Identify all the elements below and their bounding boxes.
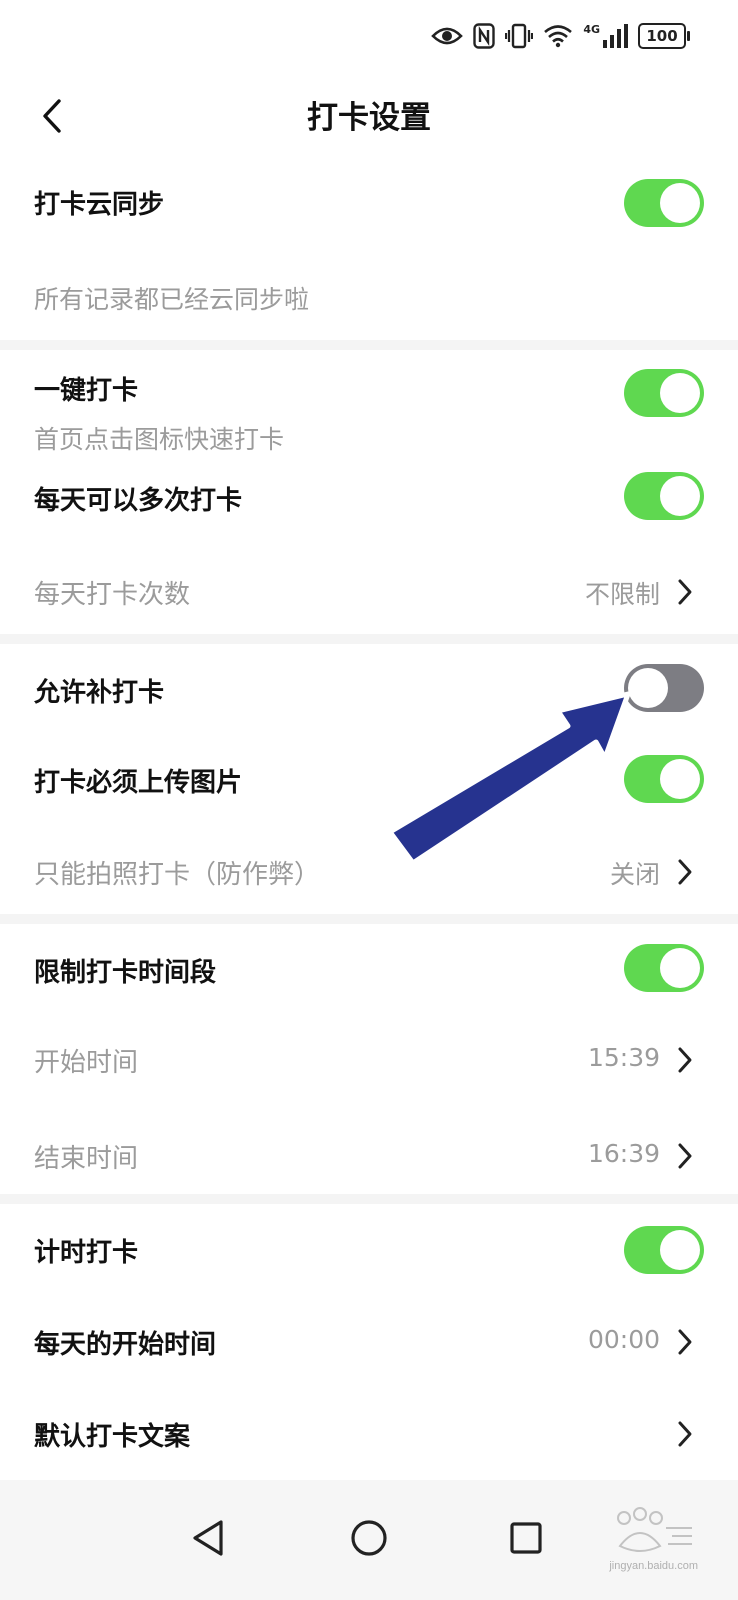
toggle-knob: [628, 668, 668, 708]
page-header: 打卡设置: [0, 72, 738, 164]
checkin-rules-card: 允许补打卡 打卡必须上传图片 只能拍照打卡（防作弊） 关闭: [0, 644, 738, 914]
toggle-knob: [660, 948, 700, 988]
allow-makeup-toggle[interactable]: [624, 664, 704, 712]
allow-makeup-label: 允许补打卡: [34, 678, 165, 708]
cloud-sync-row: 打卡云同步: [0, 164, 738, 244]
battery-icon: 100: [638, 23, 690, 49]
camera-only-row[interactable]: 只能拍照打卡（防作弊） 关闭: [0, 820, 738, 914]
chevron-right-icon: [674, 858, 696, 886]
camera-only-value: 关闭: [609, 860, 660, 889]
one-tap-label: 一键打卡: [34, 376, 139, 406]
allow-makeup-row: 允许补打卡: [0, 644, 738, 732]
recents-square-icon: [509, 1521, 543, 1559]
start-time-label: 开始时间: [34, 1048, 139, 1078]
limit-time-toggle[interactable]: [624, 944, 704, 992]
one-tap-description: 首页点击图标快速打卡: [34, 425, 285, 454]
status-bar: 4G 100: [0, 0, 738, 72]
chevron-right-icon: [674, 1046, 696, 1074]
end-time-row[interactable]: 结束时间 16:39: [0, 1104, 738, 1194]
one-tap-row: 一键打卡 首页点击图标快速打卡: [0, 350, 738, 460]
require-photo-row: 打卡必须上传图片: [0, 732, 738, 820]
timed-checkin-toggle[interactable]: [624, 1226, 704, 1274]
toggle-knob: [660, 759, 700, 799]
chevron-right-icon: [674, 578, 696, 606]
home-circle-icon: [350, 1519, 388, 1561]
watermark-text: jingyan.baidu.com: [609, 1560, 698, 1572]
start-time-value: 15:39: [587, 1043, 660, 1072]
multi-per-day-row: 每天可以多次打卡: [0, 460, 738, 540]
network-type-label: 4G: [583, 22, 600, 36]
require-photo-toggle[interactable]: [624, 755, 704, 803]
cloud-sync-note-row: 所有记录都已经云同步啦: [0, 244, 738, 340]
end-time-label: 结束时间: [34, 1144, 139, 1174]
nav-recents-button[interactable]: [496, 1510, 556, 1570]
timed-checkin-row: 计时打卡: [0, 1204, 738, 1296]
end-time-value: 16:39: [587, 1139, 660, 1168]
camera-only-label: 只能拍照打卡（防作弊）: [34, 860, 321, 890]
navigation-bar: jingyan.baidu.com: [0, 1480, 738, 1600]
daily-start-time-label: 每天的开始时间: [34, 1330, 217, 1360]
multi-per-day-label: 每天可以多次打卡: [34, 486, 243, 516]
baidu-paw-icon: [606, 1506, 696, 1562]
status-icons: 4G 100: [431, 20, 690, 52]
wifi-icon: [543, 24, 573, 48]
chevron-right-icon: [674, 1328, 696, 1356]
eye-icon: [431, 25, 464, 47]
chevron-right-icon: [674, 1420, 696, 1448]
daily-start-time-value: 00:00: [587, 1325, 660, 1354]
multi-per-day-toggle[interactable]: [624, 472, 704, 520]
cloud-sync-note: 所有记录都已经云同步啦: [34, 285, 310, 314]
checkin-mode-card: 一键打卡 首页点击图标快速打卡 每天可以多次打卡 每天打卡次数 不限制: [0, 350, 738, 634]
limit-time-row: 限制打卡时间段: [0, 924, 738, 1012]
chevron-right-icon: [674, 1142, 696, 1170]
daily-count-label: 每天打卡次数: [34, 580, 191, 610]
timed-checkin-label: 计时打卡: [34, 1238, 139, 1268]
nav-home-button[interactable]: [339, 1510, 399, 1570]
default-text-row[interactable]: 默认打卡文案: [0, 1388, 738, 1480]
page-title: 打卡设置: [307, 100, 431, 136]
daily-count-value: 不限制: [584, 580, 660, 609]
signal-icon: [602, 23, 628, 49]
daily-count-row[interactable]: 每天打卡次数 不限制: [0, 540, 738, 634]
back-triangle-icon: [191, 1519, 225, 1561]
timed-checkin-card: 计时打卡 每天的开始时间 00:00 默认打卡文案: [0, 1204, 738, 1480]
start-time-row[interactable]: 开始时间 15:39: [0, 1012, 738, 1104]
cloud-sync-label: 打卡云同步: [34, 190, 165, 220]
vibrate-icon: [505, 23, 534, 49]
toggle-knob: [660, 183, 700, 223]
daily-start-time-row[interactable]: 每天的开始时间 00:00: [0, 1296, 738, 1388]
toggle-knob: [660, 373, 700, 413]
toggle-knob: [660, 476, 700, 516]
cloud-sync-card: 打卡云同步 所有记录都已经云同步啦: [0, 164, 738, 340]
require-photo-label: 打卡必须上传图片: [34, 768, 243, 798]
cloud-sync-toggle[interactable]: [624, 179, 704, 227]
limit-time-label: 限制打卡时间段: [34, 958, 217, 988]
nav-back-button[interactable]: [178, 1510, 238, 1570]
toggle-knob: [660, 1230, 700, 1270]
one-tap-toggle[interactable]: [624, 369, 704, 417]
nfc-icon: [473, 23, 496, 49]
time-range-card: 限制打卡时间段 开始时间 15:39 结束时间 16:39: [0, 924, 738, 1194]
default-text-label: 默认打卡文案: [34, 1422, 191, 1452]
